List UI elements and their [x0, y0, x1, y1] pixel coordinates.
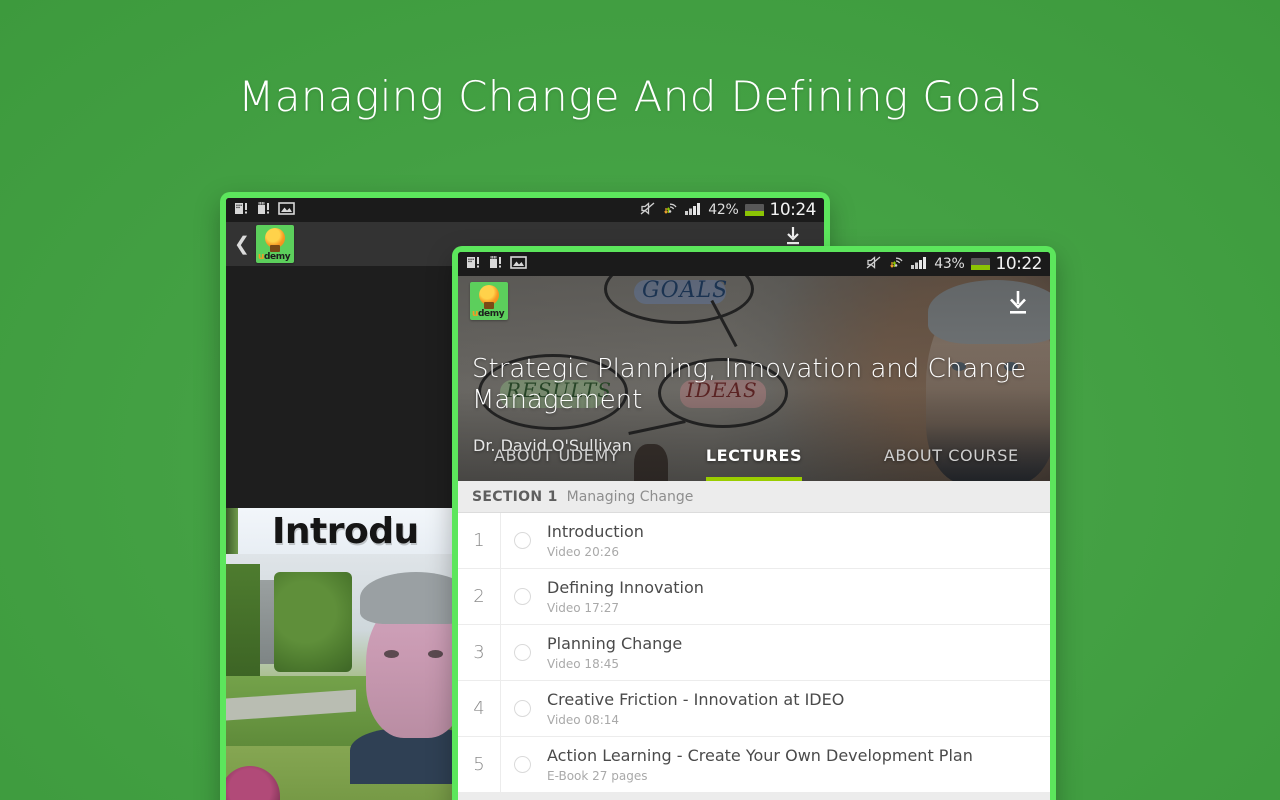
lecture-title: Creative Friction - Innovation at IDEO [547, 690, 845, 710]
lecture-index: 1 [473, 530, 485, 551]
lecture-text: Action Learning - Create Your Own Develo… [544, 746, 1050, 782]
sd-card-warning-icon [466, 255, 481, 274]
sim-card-warning-icon [256, 201, 271, 220]
tab-about-udemy[interactable]: ABOUT UDEMY [458, 441, 655, 465]
lecture-title: Planning Change [547, 634, 683, 654]
section-name: Managing Change [566, 488, 694, 505]
lecture-index: 5 [473, 754, 485, 775]
sim-card-warning-icon [488, 255, 503, 274]
screenshot-image-icon [510, 255, 527, 274]
tab-about-course[interactable]: ABOUT COURSE [853, 441, 1050, 465]
lecture-row[interactable]: 4 Creative Friction - Innovation at IDEO… [458, 681, 1050, 737]
front-phone-frame: 43% 10:22 GOALS RESULTS [452, 246, 1056, 800]
page-title: Managing Change And Defining Goals [238, 72, 1042, 121]
download-icon[interactable] [784, 226, 802, 246]
wifi-transfer-icon [662, 201, 678, 220]
lecture-status-bullet[interactable] [500, 513, 544, 568]
mute-icon [866, 255, 882, 274]
lecture-row[interactable]: 1 Introduction Video 20:26 [458, 513, 1050, 569]
tab-bar: ABOUT UDEMY LECTURES ABOUT COURSE [458, 441, 1050, 481]
lecture-row[interactable]: 3 Planning Change Video 18:45 [458, 625, 1050, 681]
status-clock: 10:22 [995, 254, 1043, 274]
section-number: SECTION 1 [472, 488, 558, 505]
lecture-index: 4 [473, 698, 485, 719]
lightbulb-base-icon [484, 302, 494, 309]
circle-icon [514, 532, 531, 549]
front-phone-screen: 43% 10:22 GOALS RESULTS [458, 252, 1050, 800]
presenter-eye-left-decor [384, 650, 399, 658]
flower-bed-decor [226, 766, 280, 800]
lecture-text: Defining Innovation Video 17:27 [544, 578, 1050, 614]
status-clock: 10:24 [769, 200, 817, 220]
battery-icon [744, 204, 764, 216]
battery-percent-label: 43% [934, 256, 965, 272]
lecture-list[interactable]: SECTION 1 Managing Change 1 Introduction… [458, 481, 1050, 800]
tab-lectures[interactable]: LECTURES [655, 441, 852, 465]
lecture-row[interactable]: 5 Action Learning - Create Your Own Deve… [458, 737, 1050, 793]
ivy-left-decor [226, 564, 260, 684]
lecture-status-bullet[interactable] [500, 737, 544, 792]
back-status-bar: 42% 10:24 [226, 198, 824, 222]
back-chevron-icon[interactable]: ❮ [232, 233, 252, 256]
ivy-decor [274, 572, 352, 672]
lecture-title: Action Learning - Create Your Own Develo… [547, 746, 973, 766]
circle-icon [514, 644, 531, 661]
lecture-text: Creative Friction - Innovation at IDEO V… [544, 690, 1050, 726]
slide-edge-decor [226, 508, 238, 554]
lecture-status-bullet[interactable] [500, 625, 544, 680]
lecture-meta: Video 17:27 [547, 600, 620, 615]
udemy-logo-icon[interactable]: udemy [470, 282, 508, 320]
slide-title: Introdu [272, 510, 419, 552]
circle-icon [514, 700, 531, 717]
section-header-1: SECTION 1 Managing Change [458, 481, 1050, 513]
active-tab-indicator [706, 477, 802, 481]
circle-icon [514, 588, 531, 605]
lecture-index: 3 [473, 642, 485, 663]
signal-bars-icon [684, 201, 702, 220]
lecture-meta: E-Book 27 pages [547, 768, 648, 783]
lecture-text: Planning Change Video 18:45 [544, 634, 1050, 670]
signal-bars-icon [910, 255, 928, 274]
udemy-logo-icon: udemy [256, 225, 294, 263]
sd-card-warning-icon [234, 201, 249, 220]
lecture-meta: Video 20:26 [547, 544, 620, 559]
lecture-text: Introduction Video 20:26 [544, 522, 1050, 558]
lecture-meta: Video 08:14 [547, 712, 620, 727]
screenshot-image-icon [278, 201, 295, 220]
udemy-wordmark: udemy [258, 252, 291, 262]
presenter-eye-right-decor [428, 650, 443, 658]
battery-percent-label: 42% [708, 202, 739, 218]
battery-icon [970, 258, 990, 270]
front-status-bar: 43% 10:22 [458, 252, 1050, 276]
wifi-transfer-icon [888, 255, 904, 274]
udemy-wordmark: udemy [472, 309, 505, 319]
lecture-title: Defining Innovation [547, 578, 704, 598]
download-icon[interactable] [1006, 290, 1030, 316]
lightbulb-base-icon [270, 245, 280, 252]
section-header-2: SECTION 2 Defining Goals [458, 793, 1050, 800]
mute-icon [640, 201, 656, 220]
lecture-status-bullet[interactable] [500, 569, 544, 624]
lecture-status-bullet[interactable] [500, 681, 544, 736]
lecture-title: Introduction [547, 522, 644, 542]
lecture-meta: Video 18:45 [547, 656, 620, 671]
lecture-row[interactable]: 2 Defining Innovation Video 17:27 [458, 569, 1050, 625]
course-title: Strategic Planning, Innovation and Chang… [472, 354, 1027, 415]
circle-icon [514, 756, 531, 773]
lecture-index: 2 [473, 586, 485, 607]
